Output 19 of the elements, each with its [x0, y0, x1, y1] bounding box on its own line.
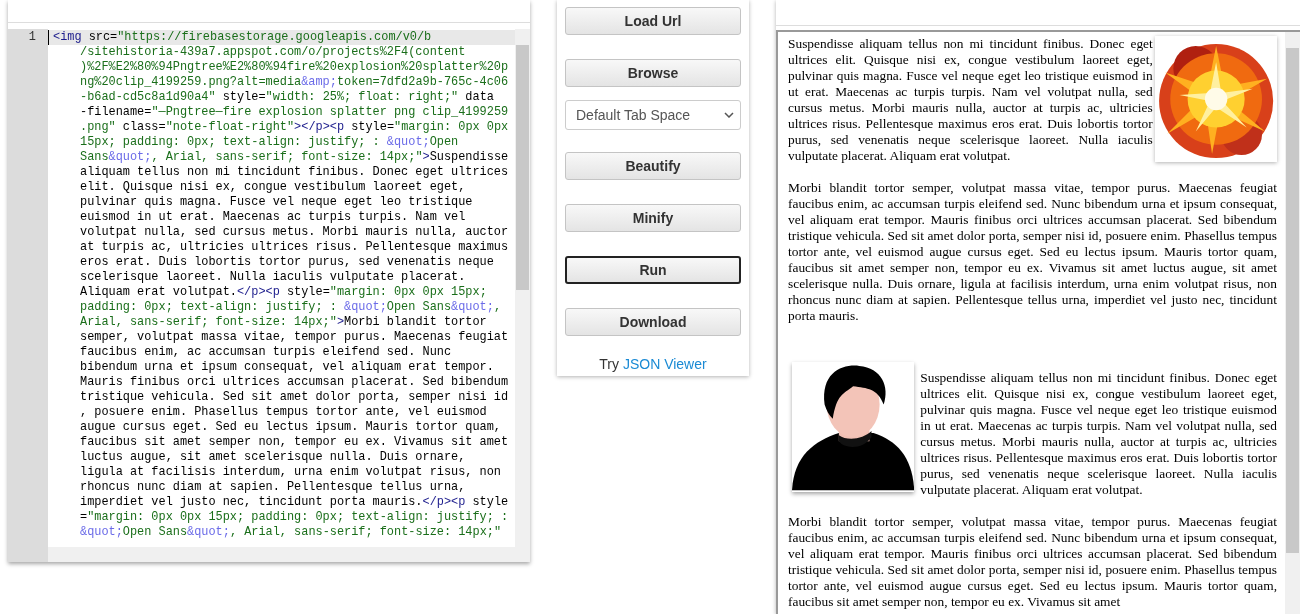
- paragraph: Suspendisse aliquam tellus non mi tincidunt finibus. Donec eget ultrices elit. Quisque nisi ex, congue vestibulum laoreet eget, pulvinar quis magna. Fusce vel neque eget leo tristique euismod in ut erat. Maecenas ac turpis turpis. Nam vel volutpat nulla, sed cursus metus. Morbi mauris nulla, auctor at turpis ac, ultricies ultrices risus. Pellentesque maximus eros erat. Duis lobortis tortor purus, sed venenatis neque scelerisque laoreet. Nulla iaculis vulputate placerat. Aliquam erat volutpat.: [920, 370, 1277, 498]
- action-button[interactable]: Browse: [565, 59, 741, 87]
- scrollbar[interactable]: [515, 29, 530, 547]
- chevron-icon: [724, 112, 734, 118]
- action-button[interactable]: Load Url: [565, 7, 741, 35]
- paragraph: Suspendisse aliquam tellus non mi tincidunt finibus. Donec eget ultrices elit. Quisque nisi ex, congue vestibulum laoreet eget, pulvinar quis magna. Fusce vel neque eget leo tristique euismod in ut erat. Maecenas ac turpis turpis. Nam vel volutpat nulla, sed cursus metus. Morbi mauris nulla, auctor at turpis ac, ultricies ultrices risus. Pellentesque maximus eros erat. Duis lobortis tortor purus, sed venenatis neque scelerisque laoreet. Nulla iaculis vulputate placerat. Aliquam erat volutpat.: [788, 36, 1153, 164]
- scrollbar[interactable]: [1285, 32, 1300, 614]
- action-button[interactable]: Run: [565, 256, 741, 284]
- action-button[interactable]: Minify: [565, 204, 741, 232]
- code-editor[interactable]: <img src="https://firebasestorage.googleapis.com/v0/b /sitehistoria-439a7.appspot.com/o/projects%2F4(content )%2F%E2%80%94Pngtree%E2%80%94fire%20explosion%20splatter%20p ng%20clip_4199259.png?alt=media&amp;token=7dfd2a9b-765c-4c06 -b6ad-cd5c8a1d90a4" style="width: 25%; float: right;" data -filename="—Pngtree—fire explosion splatter png clip_4199259 .png" class="note-float-right"></p><p style="margin: 0px 0px 15px; padding: 0px; text-align: justify; : &quot;Open Sans&quot;, Arial, sans-serif; font-size: 14px;">Suspendisse aliquam tellus non mi tincidunt finibus. Donec eget ultrices elit. Quisque nisi ex, congue vestibulum laoreet eget, pulvinar quis magna. Fusce vel neque eget leo tristique euismod in ut erat. Maecenas ac turpis turpis. Nam vel volutpat nulla, sed cursus metus. Morbi mauris nulla, auctor at turpis ac, ultricies ultrices risus. Pellentesque maximus eros erat. Duis lobortis tortor purus, sed venenatis neque scelerisque laoreet. Nulla iaculis vulputate placerat. Aliquam erat volutpat.</p><p style="margin: 0px 0px 15px; padding: 0px; text-align: justify; : &quot;Open Sans&quot;, Arial, sans-serif; font-size: 14px;">Morbi blandit tortor semper, volutpat massa vitae, tempor purus. Maecenas feugiat faucibus enim, ac accumsan turpis eleifend sed. Nunc bibendum urna et ipsum consequat, vel aliquam erat tempor. Mauris finibus orci ultrices accumsan placerat. Sed bibendum tristique vehicula. Sed sit amet dolor porta, semper nisi id , posuere enim. Phasellus tempus tortor ante, vel euismod augue cursus eget. Sed eu lectus ipsum. Mauris tortor quam, faucibus sit amet semper non, tempor eu ex. Vivamus sit amet luctus augue, sit amet scelerisque nulla. Duis ornare, ligula at facilisis interdum, urna enim volutpat risus, non rhoncus nunc diam at sapien. Pellentesque tellus urna, imperdiet vel justo nec, tincidunt porta mauris.</p><p style ="margin: 0px 0px 15px; padding: 0px; text-align: justify; : &quot;Open Sans&quot;, Arial, sans-serif; font-size: 14px;": [48, 29, 515, 547]
- paragraph: Morbi blandit tortor semper, volutpat massa vitae, tempor purus. Maecenas feugiat faucibus enim, ac accumsan turpis eleifend sed. Nunc bibendum urna et ipsum consequat, vel aliquam erat tempor. Mauris finibus orci ultrices accumsan placerat. Sed bibendum tristique vehicula. Sed sit amet dolor porta, semper nisi id, posuere enim. Phasellus tempus tortor ante, vel euismod augue cursus eget. Sed eu lectus ipsum. Mauris tortor quam, faucibus sit amet semper non, tempor eu ex. Vivamus sit amet luctus augue, sit amet scelerisque nulla. Duis ornare, ligula at facilisis interdum, urna enim volutpat risus, non rhoncus nunc diam at sapien. Pellentesque tellus urna, imperdiet vel justo nec, tincidunt porta mauris.: [788, 180, 1277, 324]
- tab-space-select[interactable]: Default Tab Space: [565, 100, 741, 130]
- json-viewer-link[interactable]: JSON Viewer: [622, 356, 707, 372]
- scrollbar[interactable]: [48, 547, 530, 562]
- line-number: 1: [27, 30, 37, 45]
- paragraph: Morbi blandit tortor semper, volutpat massa vitae, tempor purus. Maecenas feugiat faucibus enim, ac accumsan turpis eleifend sed. Nunc bibendum urna et ipsum consequat, vel aliquam erat tempor. Mauris finibus orci ultrices accumsan placerat. Sed bibendum tristique vehicula. Sed sit amet dolor porta, semper nisi id, posuere enim. Phasellus tempus tortor ante, vel euismod augue cursus eget. Sed eu lectus ipsum. Mauris tortor quam, faucibus sit amet semper non, tempor eu ex. Vivamus sit amet: [788, 514, 1277, 610]
- action-button[interactable]: Download: [565, 308, 741, 336]
- action-button[interactable]: Beautify: [565, 152, 741, 180]
- try-line: Try JSON Viewer: [598, 356, 708, 372]
